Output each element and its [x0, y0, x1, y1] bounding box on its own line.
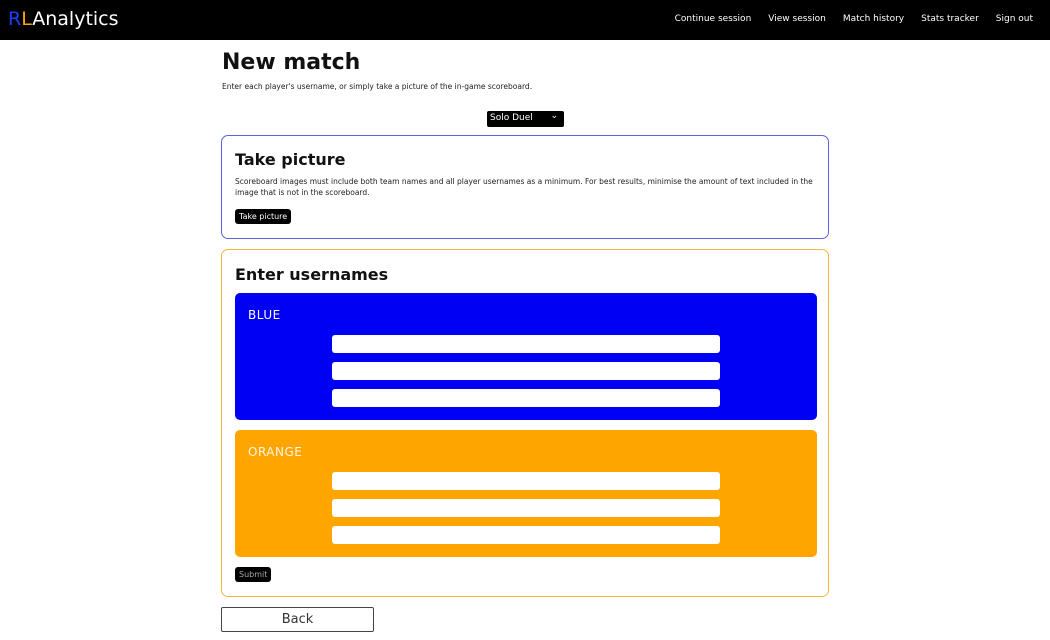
- chevron-down-icon: ⌄: [550, 111, 558, 121]
- page-subtitle: Enter each player's username, or simply …: [222, 82, 533, 91]
- submit-button[interactable]: Submit: [235, 567, 272, 582]
- nav-links: Continue session View session Match hist…: [675, 14, 1033, 24]
- nav-link-sign-out[interactable]: Sign out: [996, 14, 1033, 24]
- brand-logo-r: R: [8, 8, 22, 30]
- orange-team-label: ORANGE: [248, 445, 303, 459]
- brand-logo-l: L: [21, 8, 33, 30]
- take-picture-title: Take picture: [235, 150, 346, 169]
- nav-link-match-history[interactable]: Match history: [843, 14, 904, 24]
- back-button[interactable]: Back: [221, 607, 374, 632]
- game-mode-value: Solo Duel: [490, 113, 533, 123]
- brand-logo[interactable]: RLAnalytics: [8, 8, 119, 30]
- blue-username-input-3[interactable]: [332, 389, 720, 407]
- game-mode-select[interactable]: Solo Duel ⌄: [487, 111, 564, 127]
- orange-username-input-3[interactable]: [332, 526, 720, 544]
- nav-link-continue-session[interactable]: Continue session: [675, 14, 752, 24]
- enter-usernames-card: Enter usernames BLUE ORANGE Submit: [221, 249, 829, 597]
- blue-username-input-1[interactable]: [332, 335, 720, 353]
- brand-logo-text: Analytics: [32, 8, 119, 30]
- take-picture-description: Scoreboard images must include both team…: [235, 177, 813, 197]
- enter-usernames-title: Enter usernames: [235, 265, 389, 284]
- take-picture-card: Take picture Scoreboard images must incl…: [221, 135, 829, 239]
- take-picture-button[interactable]: Take picture: [235, 209, 292, 224]
- top-navbar: RLAnalytics Continue session View sessio…: [0, 0, 1050, 40]
- orange-username-input-2[interactable]: [332, 499, 720, 517]
- nav-link-view-session[interactable]: View session: [768, 14, 826, 24]
- blue-team-panel: BLUE: [235, 293, 817, 420]
- page-title: New match: [222, 50, 361, 75]
- blue-team-label: BLUE: [248, 308, 281, 322]
- blue-username-input-2[interactable]: [332, 362, 720, 380]
- orange-username-input-1[interactable]: [332, 472, 720, 490]
- nav-link-stats-tracker[interactable]: Stats tracker: [921, 14, 979, 24]
- orange-team-panel: ORANGE: [235, 430, 817, 557]
